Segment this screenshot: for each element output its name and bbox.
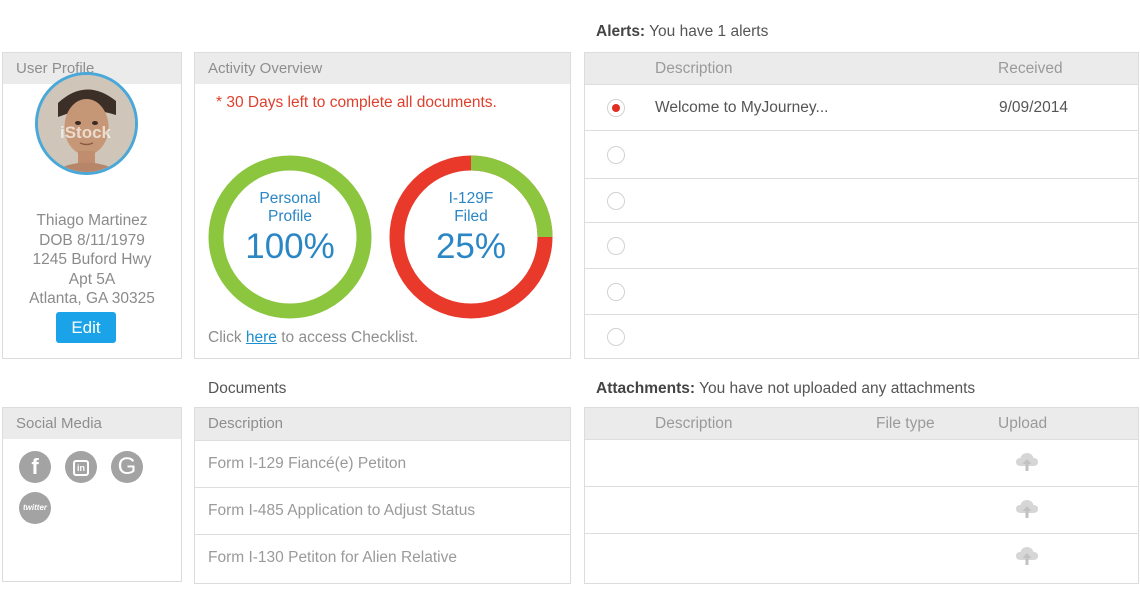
alerts-header: Description Received <box>585 53 1138 84</box>
col-description: Description <box>655 415 733 432</box>
attachment-row <box>585 439 1138 486</box>
i129f-filed-ring: I-129F Filed 25% <box>388 154 554 320</box>
ring-percent: 25% <box>435 227 507 266</box>
alert-received: 9/09/2014 <box>999 99 1068 116</box>
documents-col-description: Description <box>195 408 570 440</box>
alert-radio[interactable] <box>607 328 625 346</box>
profile-details: Thiago Martinez DOB 8/11/1979 1245 Bufor… <box>3 211 181 309</box>
activity-overview-panel: Activity Overview * 30 Days left to comp… <box>194 52 571 359</box>
alert-row[interactable] <box>585 314 1138 358</box>
avatar: iStock <box>35 72 138 175</box>
col-upload: Upload <box>998 415 1048 432</box>
ring-percent: 100% <box>245 227 335 266</box>
alerts-table: Description Received Welcome to MyJourne… <box>584 52 1139 359</box>
attachments-header: Description File type Upload <box>585 408 1138 439</box>
attachments-table: Description File type Upload <box>584 407 1139 584</box>
user-address-line2: Apt 5A <box>68 270 116 288</box>
cloud-upload-icon[interactable] <box>1015 452 1039 472</box>
alert-row[interactable]: Welcome to MyJourney... 9/09/2014 <box>585 84 1138 130</box>
social-media-title: Social Media <box>3 408 181 439</box>
user-profile-panel: User Profile iStock Thiago Martinez DOB … <box>2 52 182 359</box>
twitter-icon[interactable]: twitter <box>19 492 51 524</box>
checklist-link[interactable]: here <box>246 329 277 346</box>
document-row[interactable]: Form I-129 Fiancé(e) Petiton <box>195 440 570 487</box>
document-row[interactable]: Form I-485 Application to Adjust Status <box>195 487 570 534</box>
activity-overview-title: Activity Overview <box>195 53 570 84</box>
attachments-title: Attachments: You have not uploaded any a… <box>596 380 976 397</box>
ring-label: Personal Profile <box>259 190 321 225</box>
cloud-upload-icon[interactable] <box>1015 499 1039 519</box>
ring-label: I-129F Filed <box>448 190 494 225</box>
edit-profile-button[interactable]: Edit <box>56 312 116 343</box>
alert-row[interactable] <box>585 222 1138 268</box>
attachment-row <box>585 486 1138 533</box>
google-icon[interactable]: G <box>111 451 143 483</box>
user-address-line1: 1245 Buford Hwy <box>32 251 152 268</box>
user-city: Atlanta, GA 30325 <box>29 290 155 307</box>
alert-row[interactable] <box>585 268 1138 314</box>
social-media-panel: Social Media f in G twitter <box>2 407 182 582</box>
facebook-icon[interactable]: f <box>19 451 51 483</box>
alert-radio[interactable] <box>607 237 625 255</box>
attachment-row <box>585 533 1138 582</box>
alerts-title: Alerts: You have 1 alerts <box>596 23 769 40</box>
user-name: Thiago Martinez <box>36 212 148 229</box>
user-dob: DOB 8/11/1979 <box>39 231 145 249</box>
documents-title: Documents <box>208 380 287 397</box>
alert-radio[interactable] <box>607 99 625 117</box>
alert-row[interactable] <box>585 130 1138 178</box>
avatar-watermark: iStock <box>60 123 112 142</box>
alert-radio[interactable] <box>607 283 625 301</box>
personal-profile-ring: Personal Profile 100% <box>207 154 373 320</box>
alert-radio[interactable] <box>607 192 625 210</box>
alert-description: Welcome to MyJourney... <box>655 99 829 116</box>
linkedin-icon[interactable]: in <box>65 451 97 483</box>
col-received: Received <box>998 60 1063 77</box>
checklist-prompt: Click here to access Checklist. <box>208 329 419 346</box>
deadline-warning: * 30 Days left to complete all documents… <box>216 94 497 111</box>
document-row[interactable]: Form I-130 Petiton for Alien Relative <box>195 534 570 581</box>
documents-table: Description Form I-129 Fiancé(e) Petiton… <box>194 407 571 584</box>
cloud-upload-icon[interactable] <box>1015 546 1039 566</box>
col-file-type: File type <box>876 415 935 432</box>
col-description: Description <box>655 60 733 77</box>
alert-row[interactable] <box>585 178 1138 222</box>
alert-radio[interactable] <box>607 146 625 164</box>
